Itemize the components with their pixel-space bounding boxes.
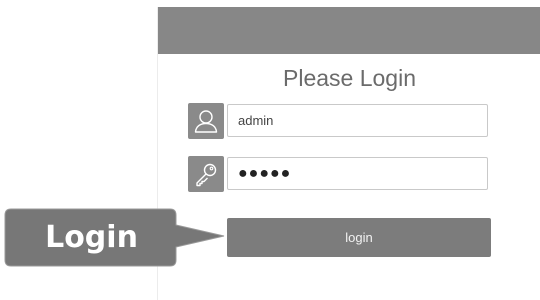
screenshot-stage: Please Login login bbox=[0, 0, 540, 300]
username-row bbox=[188, 103, 491, 139]
callout-label: Login bbox=[45, 219, 138, 255]
page-title: Please Login bbox=[283, 65, 416, 91]
login-button[interactable]: login bbox=[227, 218, 491, 257]
user-icon bbox=[188, 103, 224, 139]
login-callout: Login bbox=[0, 205, 228, 269]
password-row bbox=[188, 156, 491, 192]
password-field[interactable] bbox=[227, 157, 488, 190]
key-icon bbox=[188, 156, 224, 192]
username-field[interactable] bbox=[227, 104, 488, 137]
panel-header-bar bbox=[158, 7, 540, 54]
